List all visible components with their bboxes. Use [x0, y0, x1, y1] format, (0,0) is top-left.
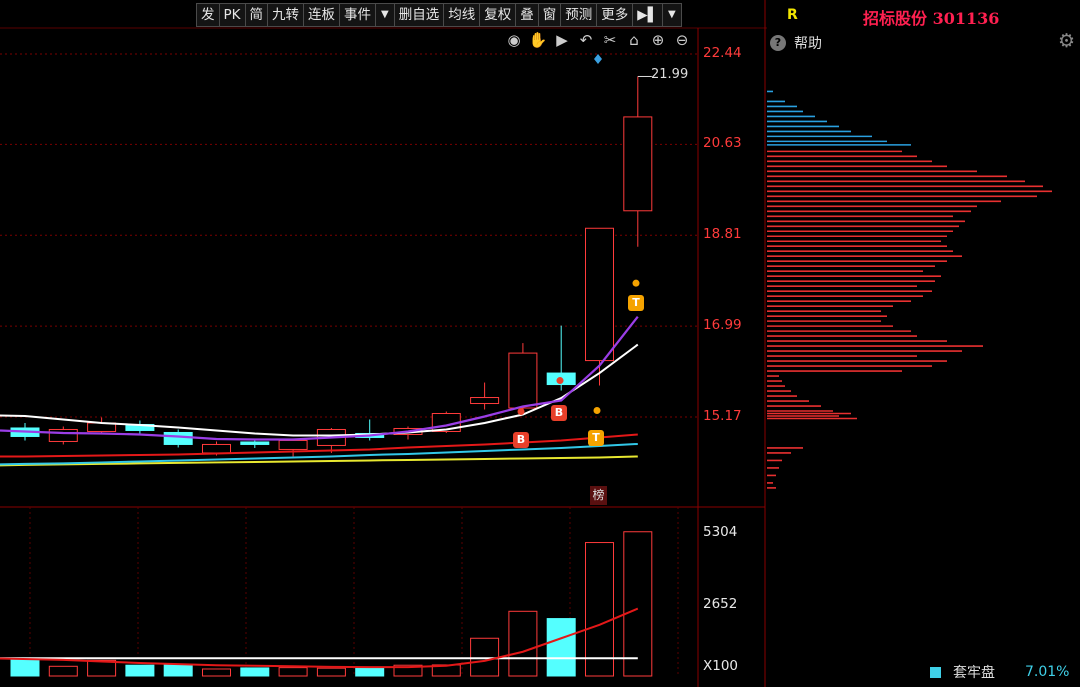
toolbar-item[interactable]: PK	[218, 3, 246, 27]
chip-legend: 套牢盘 7.01%	[930, 662, 1069, 682]
zoom-in-icon[interactable]: ⊕	[646, 31, 670, 49]
candle-body	[240, 441, 270, 445]
volume-tick-label: 2652	[703, 595, 738, 612]
price-tick-label: 15.17	[703, 408, 742, 424]
toolbar-item[interactable]: ▶▌	[632, 3, 663, 27]
volume-bar	[623, 531, 653, 677]
grid-lines	[0, 0, 1080, 687]
t-marker[interactable]: T	[628, 295, 644, 311]
chip-distribution	[767, 90, 1052, 489]
volume-bar	[125, 664, 155, 677]
candle-body	[48, 428, 78, 442]
volume-tick-label: X100	[703, 658, 739, 674]
help-icon[interactable]: ?	[770, 35, 786, 51]
toolbar-item[interactable]: 事件	[339, 3, 376, 27]
toolbar-item[interactable]: 删自选	[393, 3, 445, 27]
volume-bar	[470, 637, 500, 677]
toolbar-item[interactable]: 叠	[515, 3, 539, 27]
toolbar-item[interactable]: 发	[196, 3, 220, 27]
candle-body	[278, 439, 308, 450]
signal-dot	[556, 377, 564, 385]
ma-purple-line	[0, 315, 639, 441]
volume-bar	[163, 664, 193, 677]
zoom-out-icon[interactable]: ⊖	[670, 31, 694, 49]
candle-body	[163, 431, 193, 445]
stock-title: 招标股份 301136	[863, 9, 1000, 28]
legend-percent: 7.01%	[1025, 664, 1070, 680]
ranking-badge[interactable]: 榜	[590, 486, 607, 505]
legend-swatch	[930, 666, 941, 678]
volume-bar	[585, 542, 614, 677]
toolbar-item[interactable]: 更多	[596, 3, 634, 27]
main-chart-svg	[0, 0, 1080, 687]
scissors-icon[interactable]: ✂	[598, 31, 622, 49]
eye-icon[interactable]: ◉	[502, 31, 526, 49]
price-tick-label: 16.99	[703, 317, 742, 334]
hand-icon[interactable]: ✋	[526, 31, 550, 49]
candle-body	[623, 116, 653, 212]
volume-bar	[546, 618, 576, 677]
stock-header: R 招标股份 301136	[767, 0, 1080, 29]
buy-marker[interactable]: B	[513, 432, 529, 448]
toolbar-item[interactable]: ▼	[375, 3, 395, 27]
candle-body	[202, 443, 231, 454]
candle-body	[470, 397, 500, 405]
toolbar-item[interactable]: 预测	[560, 3, 598, 27]
candle-body	[585, 227, 614, 362]
signal-dot	[517, 408, 525, 416]
chart-toolbar: 发 PK 简九转 连板 事件 ▼ 删自选 均线 复权叠窗预测 更多 ▶▌ ▼	[196, 3, 682, 27]
price-tick-label: 22.44	[703, 45, 742, 61]
toolbar-item[interactable]: 简	[244, 3, 268, 27]
price-tick-label: 18.81	[703, 226, 742, 243]
volume-bar	[10, 657, 40, 677]
volume-bar	[355, 666, 385, 677]
t-marker[interactable]: T	[588, 430, 604, 446]
price-tick-label: 20.63	[703, 135, 742, 152]
play-icon[interactable]: ▶	[550, 31, 574, 49]
toolbar-item[interactable]: 均线	[443, 3, 481, 27]
volume-bar	[508, 610, 538, 677]
volume-tick-label: 5304	[703, 524, 738, 540]
volume-average-lines	[0, 607, 639, 669]
help-label[interactable]: 帮助	[794, 33, 822, 53]
r-label: R	[787, 7, 798, 23]
toolbar-item[interactable]: 窗	[537, 3, 562, 27]
toolbar-item[interactable]: ▼	[661, 3, 682, 27]
volume-bar	[48, 665, 78, 677]
volume-bars[interactable]	[10, 531, 653, 677]
volume-bar	[202, 668, 231, 677]
lock-icon[interactable]: ⌂	[622, 31, 646, 49]
legend-name: 套牢盘	[953, 665, 995, 681]
volume-bar	[240, 667, 270, 677]
volume-bar	[278, 667, 308, 677]
toolbar-item[interactable]: 连板	[303, 3, 340, 27]
help-row[interactable]: ? 帮助	[770, 33, 822, 53]
undo-icon[interactable]: ↶	[574, 31, 598, 49]
toolbar-item[interactable]: 复权	[479, 3, 517, 27]
diamond-marker	[594, 54, 602, 64]
bottom-indicator-tabs	[0, 679, 705, 687]
signal-dot	[632, 279, 640, 287]
gear-icon[interactable]: ⚙	[1058, 30, 1075, 52]
buy-marker[interactable]: B	[551, 405, 567, 421]
signal-dot	[593, 407, 601, 415]
chart-tool-icons: ◉ ✋ ▶ ↶ ✂ ⌂ ⊕ ⊖	[502, 31, 694, 49]
max-price-label: 21.99	[651, 67, 689, 83]
toolbar-item[interactable]: 九转	[267, 3, 304, 27]
ma-white-line	[0, 343, 639, 437]
ma-yellow-line	[0, 455, 638, 467]
volume-bar	[316, 667, 346, 677]
candle-body	[508, 352, 538, 409]
